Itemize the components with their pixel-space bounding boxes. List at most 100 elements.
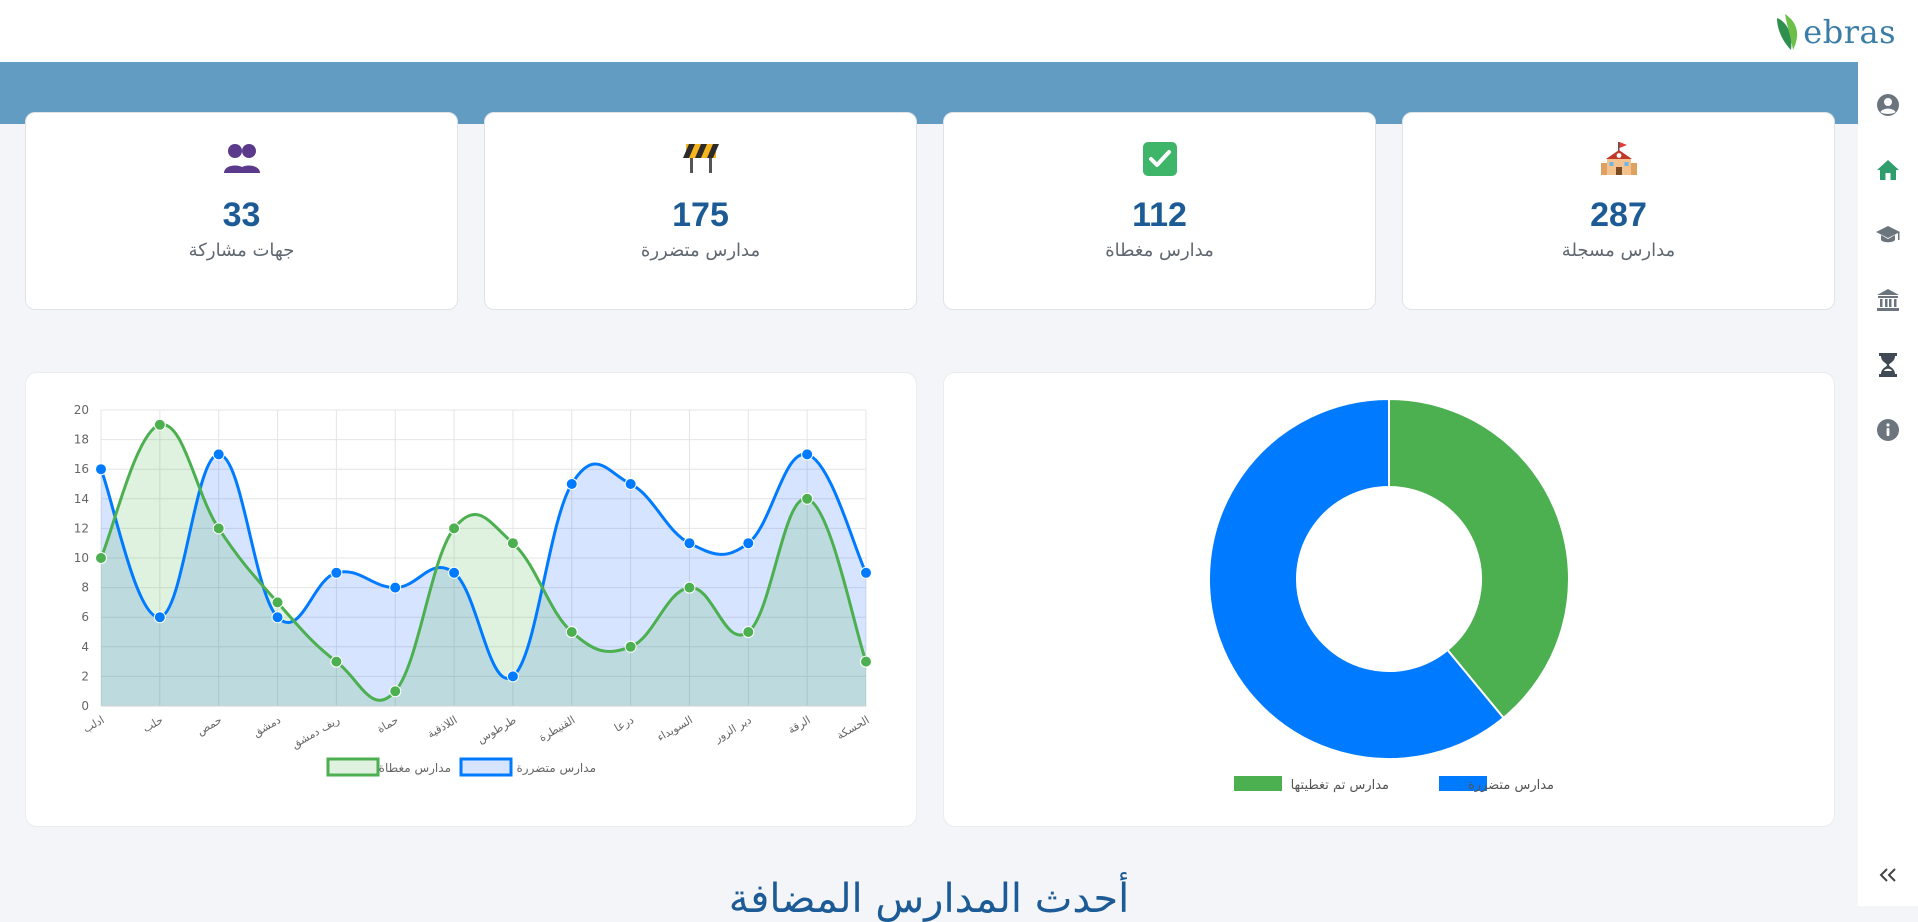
data-point[interactable]	[565, 478, 578, 490]
data-point[interactable]	[95, 552, 107, 564]
double-chevron-left-icon	[1879, 868, 1896, 882]
stat-label: مدارس مغطاة	[1105, 240, 1214, 261]
x-tick-label: درعا	[612, 713, 636, 734]
data-point[interactable]	[683, 581, 696, 594]
y-tick-label: 20	[74, 403, 89, 417]
logo[interactable]: ebras	[1773, 12, 1896, 52]
data-point[interactable]	[448, 566, 461, 579]
legend-label[interactable]: مدارس تم تغطيتها	[1291, 778, 1389, 793]
sidebar-item-about[interactable]	[1873, 415, 1903, 445]
chart-legend: مدارس متضررة مدارس مغطاة	[326, 757, 596, 777]
x-tick-label: حماة	[375, 713, 401, 735]
y-tick-label: 12	[74, 521, 89, 535]
sidebar-collapse-button[interactable]	[1875, 862, 1901, 888]
y-tick-label: 0	[81, 699, 89, 713]
donut-chart-panel: مدارس متضررة مدارس تم تغطيتها	[943, 372, 1835, 827]
data-point[interactable]	[624, 478, 637, 490]
data-point[interactable]	[330, 655, 343, 668]
stat-value: 33	[222, 196, 261, 234]
data-point[interactable]	[801, 448, 814, 461]
data-point[interactable]	[153, 418, 166, 431]
home-icon	[1877, 160, 1899, 180]
data-point[interactable]	[506, 670, 519, 683]
x-tick-label: طرطوس	[475, 713, 519, 746]
stat-label: جهات مشاركة	[188, 240, 295, 261]
y-tick-label: 2	[81, 669, 89, 683]
x-tick-label: الحسكة	[834, 713, 871, 742]
data-point[interactable]	[860, 566, 872, 579]
sidebar-item-schools[interactable]	[1873, 220, 1903, 250]
logo-text: ebras	[1803, 13, 1896, 51]
data-point[interactable]	[271, 596, 284, 609]
legend-swatch[interactable]	[1234, 776, 1282, 791]
x-tick-label: حلب	[140, 713, 165, 735]
stat-value: 287	[1590, 196, 1647, 234]
x-tick-label: ريف دمشق	[289, 713, 342, 752]
x-tick-label: ادلب	[81, 713, 107, 735]
sidebar-item-institutions[interactable]	[1873, 285, 1903, 315]
data-point[interactable]	[506, 537, 519, 550]
data-point[interactable]	[212, 448, 225, 461]
stat-card-damaged: 175 مدارس متضررة	[484, 112, 917, 310]
stat-card-registered: 287 مدارس مسجلة	[1402, 112, 1835, 310]
data-point[interactable]	[860, 655, 872, 668]
x-tick-label: حمص	[195, 713, 225, 738]
data-point[interactable]	[683, 537, 696, 550]
data-point[interactable]	[742, 537, 755, 550]
data-point[interactable]	[565, 626, 578, 638]
line-chart-panel: 0 2 4 6 8 10 12 14 16 18 20 ادلب حلب حمص دمشق ريف دمشق ح…	[25, 372, 917, 827]
data-point[interactable]	[212, 522, 225, 535]
data-point[interactable]	[448, 522, 461, 535]
y-tick-label: 4	[81, 640, 89, 654]
sidebar-item-profile[interactable]	[1873, 90, 1903, 120]
legend-swatch[interactable]	[459, 757, 513, 777]
data-point[interactable]	[95, 463, 107, 476]
y-tick-label: 10	[74, 551, 89, 565]
legend-label[interactable]: مدارس متضررة	[1468, 778, 1554, 793]
data-point[interactable]	[389, 581, 402, 594]
data-point[interactable]	[389, 685, 402, 698]
user-circle-icon	[1877, 94, 1899, 116]
data-point[interactable]	[271, 611, 284, 624]
check-icon	[1142, 142, 1177, 176]
legend-label[interactable]: مدارس متضررة	[517, 761, 596, 776]
stat-value: 112	[1132, 196, 1187, 234]
line-chart: 0 2 4 6 8 10 12 14 16 18 20 ادلب حلب حمص دمشق ريف دمشق ح…	[74, 403, 872, 777]
stat-card-partners: 33 جهات مشاركة	[25, 112, 458, 310]
info-icon	[1877, 419, 1899, 441]
x-tick-label: دمشق	[251, 713, 284, 740]
x-tick-label: دير الزور	[711, 713, 754, 745]
hourglass-icon	[1879, 353, 1897, 377]
bank-icon	[1877, 289, 1899, 311]
y-tick-label: 8	[81, 581, 89, 595]
x-tick-label: اللاذقية	[425, 713, 460, 740]
x-tick-label: السويداء	[655, 713, 695, 744]
x-tick-label: القنيطرة	[537, 713, 578, 744]
y-tick-label: 16	[74, 462, 89, 476]
sidebar	[1858, 62, 1918, 906]
x-tick-label: الرقة	[786, 713, 813, 736]
data-point[interactable]	[801, 492, 814, 505]
sidebar-item-pending[interactable]	[1873, 350, 1903, 380]
y-tick-label: 14	[74, 492, 89, 506]
section-title: أحدث المدارس المضافة	[728, 876, 1130, 922]
y-tick-label: 18	[74, 433, 89, 447]
data-point[interactable]	[153, 611, 166, 624]
stat-label: مدارس متضررة	[640, 240, 761, 261]
donut-legend: مدارس متضررة مدارس تم تغطيتها	[1234, 776, 1554, 793]
legend-swatch[interactable]	[326, 757, 380, 777]
legend-label[interactable]: مدارس مغطاة	[379, 761, 451, 776]
y-tick-label: 6	[81, 610, 89, 624]
stat-card-covered: 112 مدارس مغطاة	[943, 112, 1376, 310]
data-point[interactable]	[742, 626, 755, 638]
leaf-logo-icon	[1777, 14, 1798, 50]
people-icon	[223, 144, 260, 173]
stat-value: 175	[672, 196, 729, 234]
donut-chart: مدارس متضررة مدارس تم تغطيتها	[1208, 397, 1570, 793]
stat-label: مدارس مسجلة	[1561, 240, 1676, 261]
data-point[interactable]	[330, 566, 343, 579]
sidebar-item-home[interactable]	[1873, 155, 1903, 185]
construction-icon	[682, 144, 719, 173]
top-bar: ebras	[0, 0, 1918, 62]
data-point[interactable]	[624, 640, 637, 653]
